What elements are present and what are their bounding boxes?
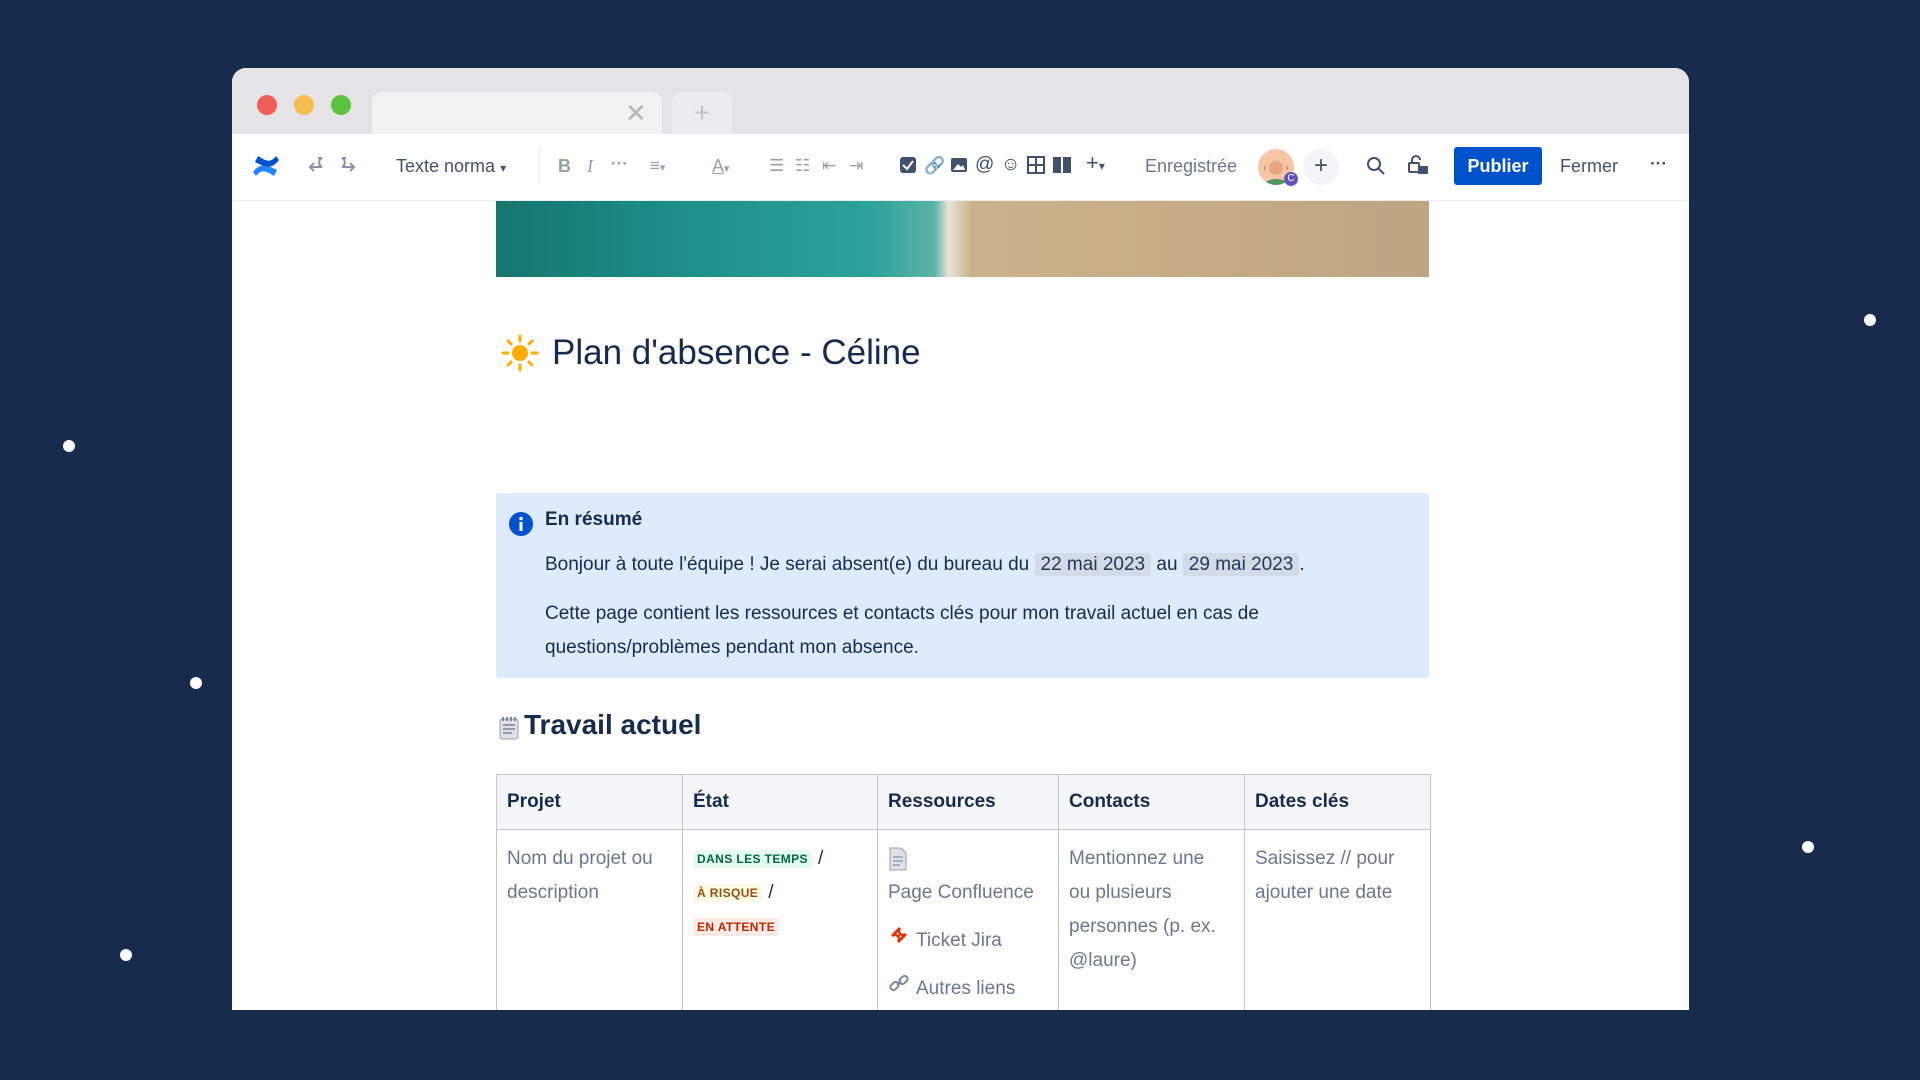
saved-status: Enregistrée bbox=[1145, 156, 1238, 176]
text-style-label: Texte norma bbox=[396, 156, 496, 176]
summary-connector: au bbox=[1156, 554, 1178, 575]
new-tab-button[interactable]: + bbox=[672, 92, 732, 134]
close-window-button[interactable] bbox=[257, 95, 277, 115]
text-color-icon[interactable]: A▾ bbox=[712, 156, 730, 179]
emoji-icon[interactable]: ☺ bbox=[1001, 155, 1020, 175]
close-button[interactable]: Fermer bbox=[1560, 156, 1618, 176]
text-style-dropdown[interactable]: Texte norma ▾ bbox=[396, 156, 506, 178]
project-placeholder-line: description bbox=[507, 882, 599, 903]
invite-button[interactable]: + bbox=[1303, 149, 1339, 185]
info-panel[interactable]: En résumé Bonjour à toute l'équipe ! Je … bbox=[496, 493, 1429, 678]
contacts-placeholder-line: @laure) bbox=[1069, 950, 1137, 971]
link-icon bbox=[888, 972, 910, 1006]
layout-icon[interactable] bbox=[1052, 156, 1072, 174]
cover-image bbox=[496, 201, 1429, 277]
bullet-list-icon[interactable]: ☰ bbox=[769, 156, 784, 176]
date-end[interactable]: 29 mai 2023 bbox=[1182, 553, 1300, 576]
jira-ticket-icon bbox=[888, 924, 910, 958]
restrictions-icon[interactable] bbox=[1408, 154, 1430, 176]
date-start[interactable]: 22 mai 2023 bbox=[1034, 553, 1152, 576]
background-dot bbox=[63, 440, 75, 452]
italic-icon[interactable]: I bbox=[587, 156, 593, 176]
column-header-contacts[interactable]: Contacts bbox=[1058, 774, 1245, 830]
project-cell[interactable]: Nom du projet ou description bbox=[496, 829, 683, 1010]
status-lozenge-on-hold[interactable]: EN ATTENTE bbox=[693, 917, 779, 936]
action-item-icon[interactable] bbox=[899, 156, 917, 174]
publish-button[interactable]: Publier bbox=[1454, 147, 1542, 185]
background-dot bbox=[190, 677, 202, 689]
info-panel-title: En résumé bbox=[545, 509, 643, 530]
browser-tab-bar: ✕ + bbox=[232, 68, 1689, 134]
sun-icon bbox=[501, 334, 539, 372]
alignment-icon[interactable]: ≡▾ bbox=[650, 156, 665, 178]
more-options-icon[interactable]: ··· bbox=[1650, 154, 1667, 174]
indent-icon[interactable]: ⇥ bbox=[849, 156, 863, 176]
summary-period: . bbox=[1299, 554, 1305, 575]
minimize-window-button[interactable] bbox=[294, 95, 314, 115]
background-dot bbox=[120, 949, 132, 961]
confluence-logo-icon[interactable] bbox=[250, 150, 282, 182]
column-header-resources[interactable]: Ressources bbox=[877, 774, 1059, 830]
status-separator: / bbox=[817, 848, 824, 869]
summary-text: Bonjour à toute l'équipe ! Je serai abse… bbox=[545, 554, 1030, 575]
browser-window: ✕ + Texte norma ▾ B I ··· ≡▾ A▾ ☰ ☷ ⇤ ⇥ bbox=[232, 68, 1689, 1010]
page-icon bbox=[888, 842, 1048, 876]
column-header-project[interactable]: Projet bbox=[496, 774, 683, 830]
contacts-placeholder-line: Mentionnez une bbox=[1069, 848, 1205, 869]
dates-cell[interactable]: Saisissez // pour ajouter une date bbox=[1244, 829, 1431, 1010]
table-icon[interactable] bbox=[1027, 156, 1045, 174]
redo-icon[interactable] bbox=[334, 156, 356, 176]
search-icon[interactable] bbox=[1366, 156, 1386, 176]
image-icon[interactable] bbox=[950, 156, 968, 174]
divider bbox=[539, 148, 540, 184]
numbered-list-icon[interactable]: ☷ bbox=[795, 156, 810, 176]
status-separator: / bbox=[768, 882, 774, 903]
notepad-icon bbox=[499, 717, 519, 740]
table-row: Nom du projet ou description DANS LES TE… bbox=[496, 829, 1431, 1010]
contacts-cell[interactable]: Mentionnez une ou plusieurs personnes (p… bbox=[1058, 829, 1245, 1010]
mention-icon[interactable]: @ bbox=[975, 155, 994, 175]
status-lozenge-at-risk[interactable]: À RISQUE bbox=[693, 883, 763, 902]
current-work-table: Projet État Ressources Contacts Dates cl… bbox=[496, 774, 1431, 1010]
page-title[interactable]: Plan d'absence - Céline bbox=[552, 331, 921, 375]
jira-ticket-link[interactable]: Ticket Jira bbox=[916, 924, 1002, 958]
status-cell[interactable]: DANS LES TEMPS / À RISQUE / EN ATTENTE bbox=[682, 829, 878, 1010]
chevron-down-icon: ▾ bbox=[500, 161, 507, 175]
insert-more-icon[interactable]: +▾ bbox=[1086, 152, 1105, 176]
contacts-placeholder-line: personnes (p. ex. bbox=[1069, 916, 1216, 937]
page-content: Plan d'absence - Céline En résumé Bonjou… bbox=[232, 201, 1689, 1010]
background-dot bbox=[1864, 314, 1876, 326]
summary-paragraph: Bonjour à toute l'équipe ! Je serai abse… bbox=[545, 548, 1305, 582]
bold-icon[interactable]: B bbox=[558, 156, 571, 176]
maximize-window-button[interactable] bbox=[331, 95, 351, 115]
section-heading[interactable]: Travail actuel bbox=[524, 709, 701, 741]
outdent-icon[interactable]: ⇤ bbox=[822, 156, 836, 176]
browser-tab[interactable] bbox=[372, 92, 662, 134]
link-icon[interactable]: 🔗 bbox=[924, 156, 945, 176]
contacts-placeholder-line: ou plusieurs bbox=[1069, 882, 1172, 903]
column-header-status[interactable]: État bbox=[682, 774, 878, 830]
resources-cell[interactable]: Page Confluence Ticket Jira Autres liens bbox=[877, 829, 1059, 1010]
undo-icon[interactable] bbox=[308, 156, 330, 176]
summary-paragraph-2-line-1: Cette page contient les ressources et co… bbox=[545, 603, 1259, 624]
column-header-dates[interactable]: Dates clés bbox=[1244, 774, 1431, 830]
tab-close-icon[interactable]: ✕ bbox=[625, 98, 647, 128]
background-dot bbox=[1802, 841, 1814, 853]
avatar-badge: C bbox=[1284, 172, 1298, 186]
other-links[interactable]: Autres liens bbox=[916, 972, 1015, 1006]
dates-placeholder-line: ajouter une date bbox=[1255, 882, 1393, 903]
table-header-row: Projet État Ressources Contacts Dates cl… bbox=[496, 774, 1431, 830]
editor-toolbar: Texte norma ▾ B I ··· ≡▾ A▾ ☰ ☷ ⇤ ⇥ 🔗 @ … bbox=[232, 134, 1689, 201]
info-icon bbox=[509, 512, 533, 536]
confluence-page-link[interactable]: Page Confluence bbox=[888, 876, 1048, 910]
summary-paragraph-2-line-2: questions/problèmes pendant mon absence. bbox=[545, 637, 919, 658]
dates-placeholder-line: Saisissez // pour bbox=[1255, 848, 1395, 869]
project-placeholder-line: Nom du projet ou bbox=[507, 848, 653, 869]
status-lozenge-on-track[interactable]: DANS LES TEMPS bbox=[693, 849, 812, 868]
more-formatting-icon[interactable]: ··· bbox=[611, 154, 628, 174]
